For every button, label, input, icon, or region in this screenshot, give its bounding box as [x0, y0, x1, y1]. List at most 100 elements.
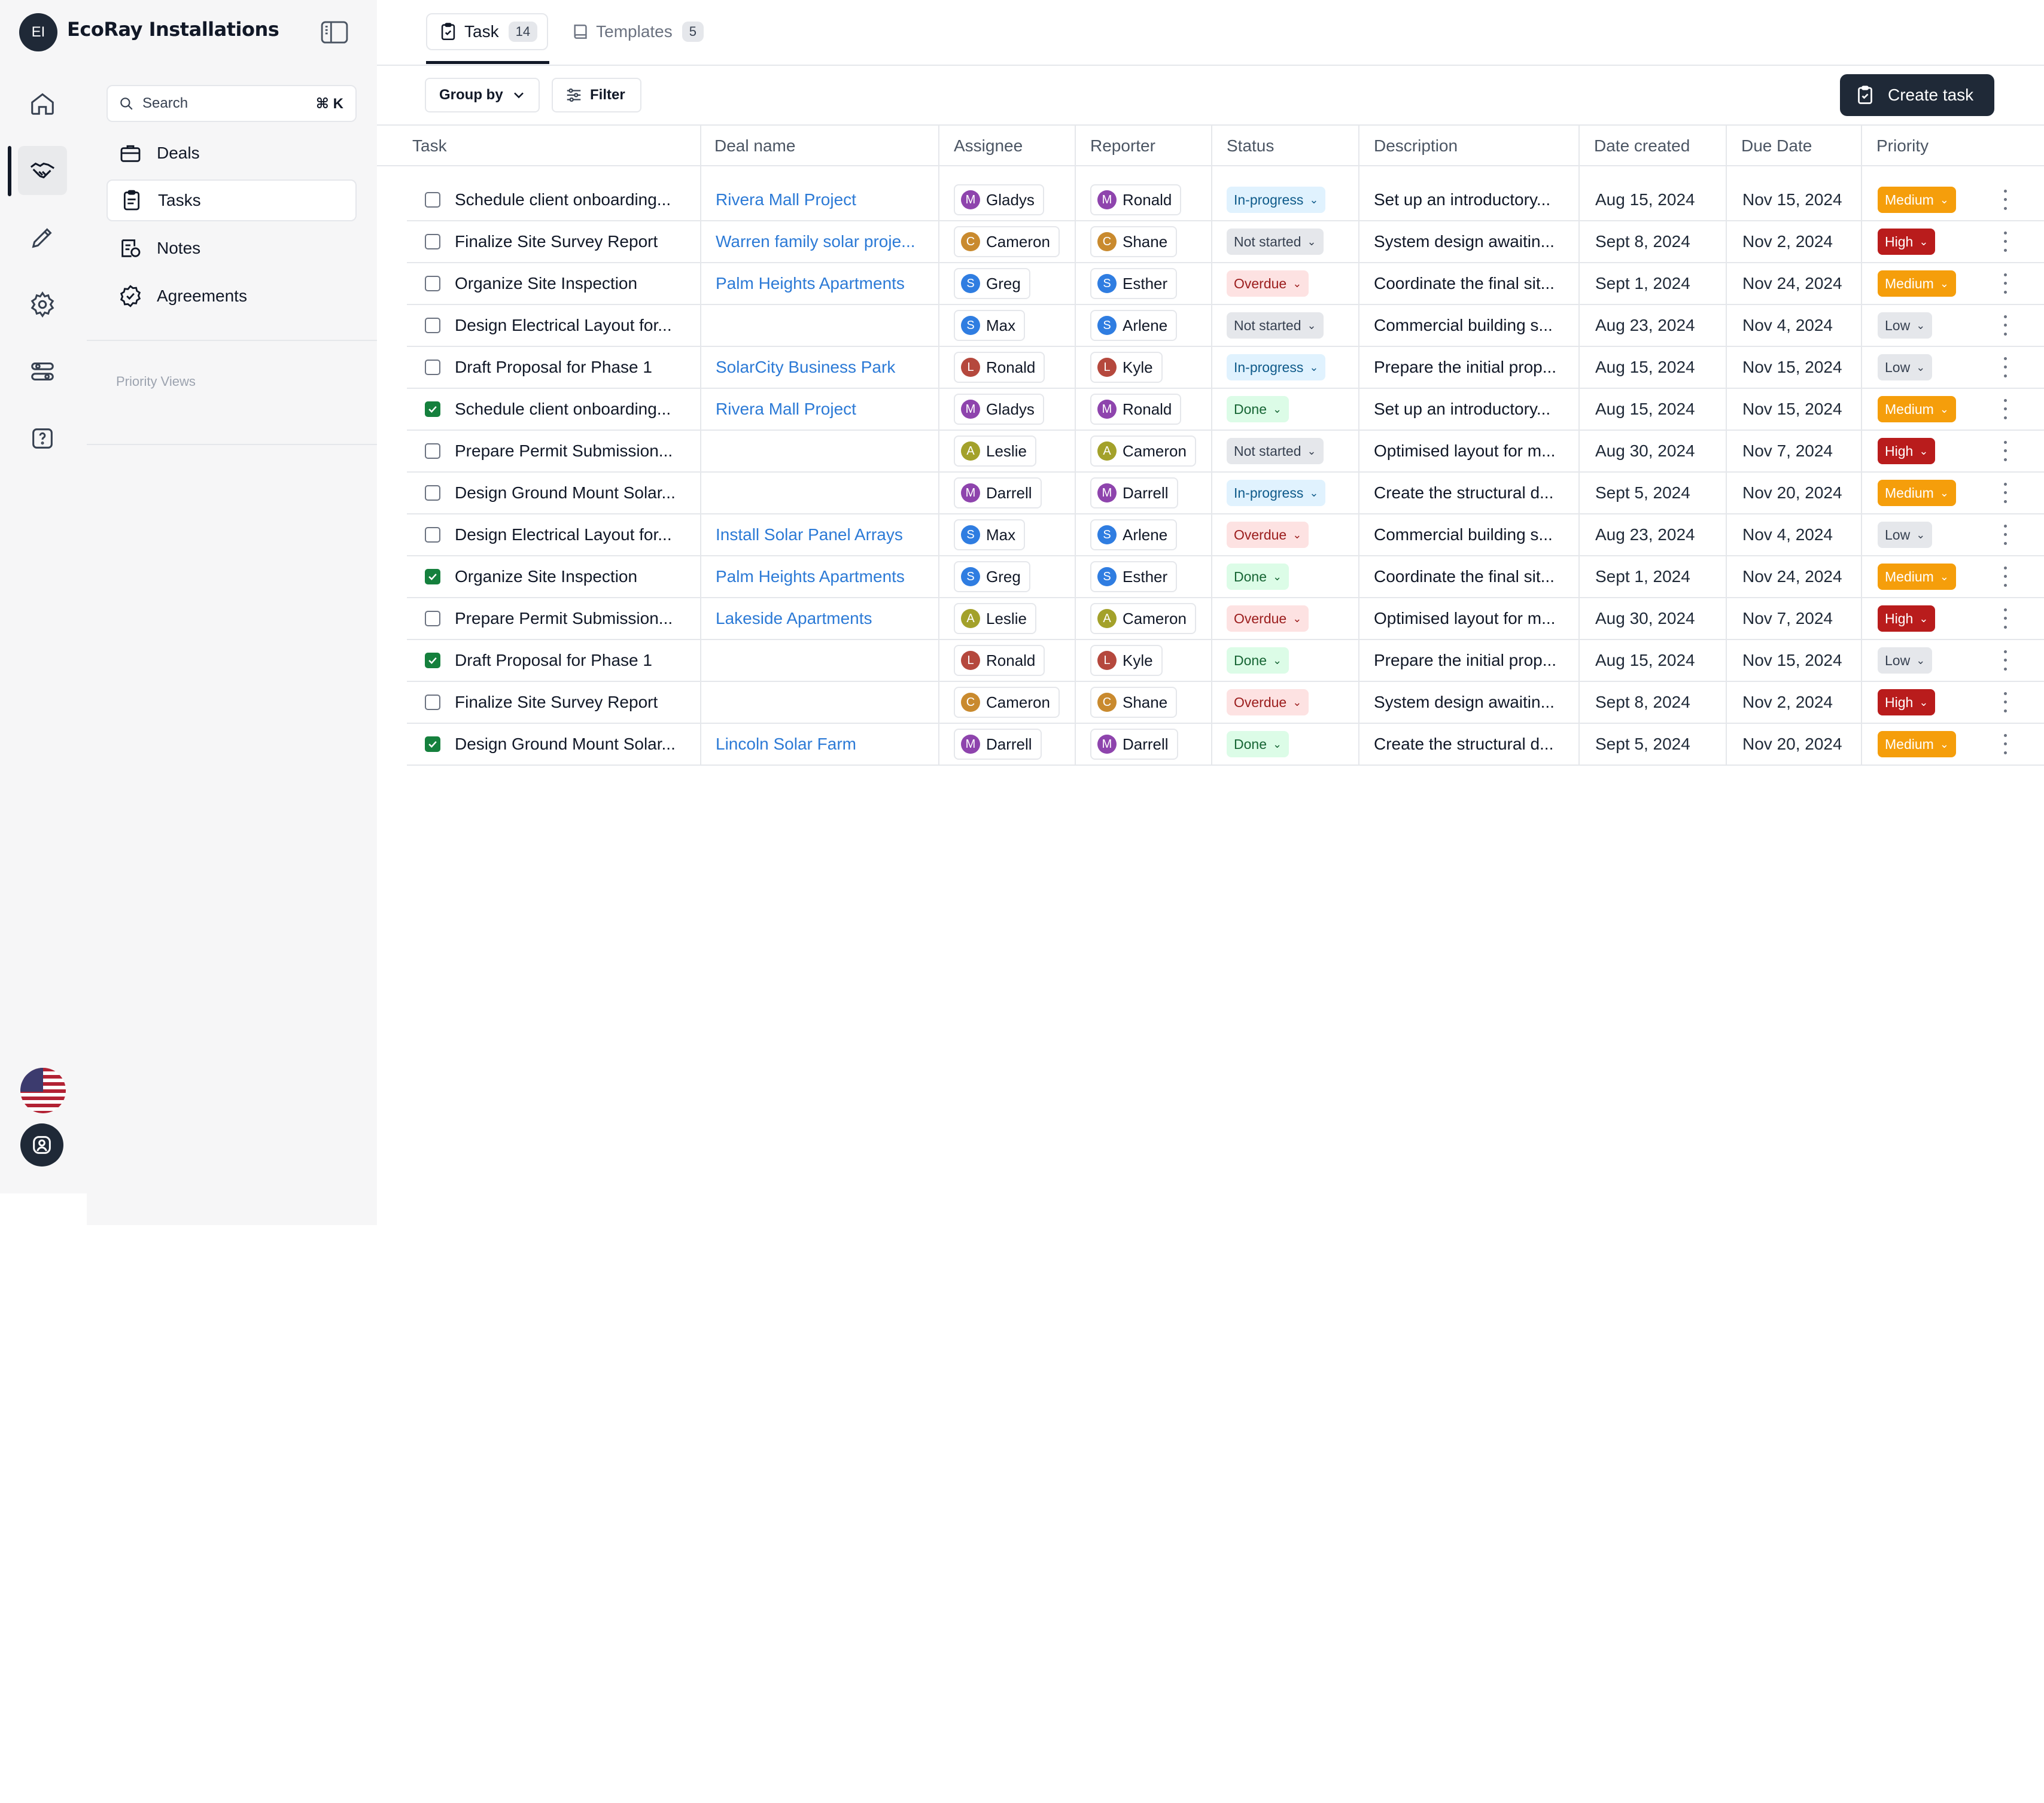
assignee-chip[interactable]: A Leslie	[954, 435, 1036, 467]
row-menu-icon[interactable]	[1996, 689, 2014, 715]
task-name[interactable]: Organize Site Inspection	[455, 274, 637, 293]
reporter-chip[interactable]: A Cameron	[1090, 435, 1196, 467]
column-header-priority[interactable]: Priority	[1876, 136, 1929, 156]
row-menu-icon[interactable]	[1996, 354, 2014, 380]
status-dropdown[interactable]: Done ⌄	[1227, 647, 1289, 674]
column-header-reporter[interactable]: Reporter	[1090, 136, 1155, 156]
row-menu-icon[interactable]	[1996, 270, 2014, 297]
tab-task[interactable]: Task 14	[426, 13, 548, 50]
priority-dropdown[interactable]: Medium ⌄	[1878, 396, 1956, 422]
task-checkbox[interactable]	[425, 401, 440, 417]
assignee-chip[interactable]: C Cameron	[954, 687, 1060, 718]
priority-dropdown[interactable]: Medium ⌄	[1878, 564, 1956, 590]
status-dropdown[interactable]: In-progress ⌄	[1227, 480, 1326, 506]
task-name[interactable]: Organize Site Inspection	[455, 567, 637, 586]
status-dropdown[interactable]: Overdue ⌄	[1227, 270, 1309, 297]
row-menu-icon[interactable]	[1996, 396, 2014, 422]
priority-dropdown[interactable]: Medium ⌄	[1878, 187, 1956, 213]
task-checkbox[interactable]	[425, 443, 440, 459]
status-dropdown[interactable]: Overdue ⌄	[1227, 522, 1309, 548]
group-by-button[interactable]: Group by	[425, 78, 540, 112]
home-icon[interactable]	[18, 79, 67, 128]
task-checkbox[interactable]	[425, 192, 440, 208]
row-menu-icon[interactable]	[1996, 187, 2014, 213]
deal-link[interactable]: Palm Heights Apartments	[716, 567, 905, 586]
column-header-date-created[interactable]: Date created	[1594, 136, 1690, 156]
assignee-chip[interactable]: S Greg	[954, 561, 1030, 592]
task-checkbox[interactable]	[425, 318, 440, 333]
priority-dropdown[interactable]: Medium ⌄	[1878, 270, 1956, 297]
task-checkbox[interactable]	[425, 653, 440, 668]
gear-icon[interactable]	[18, 280, 67, 329]
priority-dropdown[interactable]: Low ⌄	[1878, 522, 1933, 548]
search-box[interactable]: ⌘ K	[107, 85, 357, 122]
assignee-chip[interactable]: L Ronald	[954, 645, 1045, 676]
task-checkbox[interactable]	[425, 234, 440, 249]
status-dropdown[interactable]: Overdue ⌄	[1227, 605, 1309, 632]
task-name[interactable]: Finalize Site Survey Report	[455, 693, 658, 712]
reporter-chip[interactable]: M Darrell	[1090, 729, 1178, 760]
profile-icon[interactable]	[20, 1123, 63, 1167]
create-task-button[interactable]: Create task	[1840, 74, 1994, 116]
deal-link[interactable]: Lincoln Solar Farm	[716, 735, 856, 754]
status-dropdown[interactable]: Done ⌄	[1227, 564, 1289, 590]
assignee-chip[interactable]: M Gladys	[954, 184, 1044, 215]
task-name[interactable]: Draft Proposal for Phase 1	[455, 358, 652, 377]
reporter-chip[interactable]: M Ronald	[1090, 184, 1182, 215]
pencil-icon[interactable]	[18, 213, 67, 262]
task-name[interactable]: Design Electrical Layout for...	[455, 316, 672, 335]
task-checkbox[interactable]	[425, 360, 440, 375]
reporter-chip[interactable]: L Kyle	[1090, 352, 1163, 383]
reporter-chip[interactable]: S Esther	[1090, 268, 1178, 299]
row-menu-icon[interactable]	[1996, 731, 2014, 757]
assignee-chip[interactable]: S Max	[954, 310, 1026, 341]
deal-link[interactable]: Install Solar Panel Arrays	[716, 525, 903, 544]
reporter-chip[interactable]: S Esther	[1090, 561, 1178, 592]
row-menu-icon[interactable]	[1996, 605, 2014, 632]
row-menu-icon[interactable]	[1996, 480, 2014, 506]
status-dropdown[interactable]: Not started ⌄	[1227, 312, 1324, 339]
row-menu-icon[interactable]	[1996, 312, 2014, 339]
toggles-icon[interactable]	[18, 347, 67, 396]
task-checkbox[interactable]	[425, 695, 440, 710]
priority-dropdown[interactable]: High ⌄	[1878, 438, 1936, 464]
priority-dropdown[interactable]: Low ⌄	[1878, 312, 1933, 339]
task-checkbox[interactable]	[425, 611, 440, 626]
nav-item-tasks[interactable]: Tasks	[107, 179, 357, 221]
reporter-chip[interactable]: S Arlene	[1090, 310, 1178, 341]
help-icon[interactable]	[18, 414, 67, 463]
status-dropdown[interactable]: Done ⌄	[1227, 396, 1289, 422]
deal-link[interactable]: Rivera Mall Project	[716, 190, 856, 209]
row-menu-icon[interactable]	[1996, 229, 2014, 255]
task-name[interactable]: Prepare Permit Submission...	[455, 609, 673, 628]
deal-link[interactable]: SolarCity Business Park	[716, 358, 895, 377]
status-dropdown[interactable]: In-progress ⌄	[1227, 354, 1326, 380]
priority-dropdown[interactable]: Low ⌄	[1878, 354, 1933, 380]
assignee-chip[interactable]: A Leslie	[954, 603, 1036, 634]
row-menu-icon[interactable]	[1996, 647, 2014, 674]
task-name[interactable]: Design Electrical Layout for...	[455, 525, 672, 544]
nav-item-notes[interactable]: Notes	[107, 227, 357, 269]
nav-item-deals[interactable]: Deals	[107, 132, 357, 174]
task-name[interactable]: Schedule client onboarding...	[455, 190, 671, 209]
column-header-due-date[interactable]: Due Date	[1741, 136, 1812, 156]
task-name[interactable]: Finalize Site Survey Report	[455, 232, 658, 251]
deal-link[interactable]: Lakeside Apartments	[716, 609, 872, 628]
priority-dropdown[interactable]: High ⌄	[1878, 689, 1936, 715]
priority-dropdown[interactable]: High ⌄	[1878, 229, 1936, 255]
deal-link[interactable]: Palm Heights Apartments	[716, 274, 905, 293]
column-header-status[interactable]: Status	[1227, 136, 1274, 156]
priority-dropdown[interactable]: Medium ⌄	[1878, 480, 1956, 506]
status-dropdown[interactable]: Overdue ⌄	[1227, 689, 1309, 715]
priority-dropdown[interactable]: Low ⌄	[1878, 647, 1933, 674]
reporter-chip[interactable]: M Darrell	[1090, 477, 1178, 508]
task-checkbox[interactable]	[425, 485, 440, 501]
assignee-chip[interactable]: S Greg	[954, 268, 1030, 299]
priority-dropdown[interactable]: High ⌄	[1878, 605, 1936, 632]
workspace-avatar[interactable]: EI	[19, 13, 57, 51]
reporter-chip[interactable]: C Shane	[1090, 687, 1178, 718]
nav-item-agreements[interactable]: Agreements	[107, 275, 357, 317]
priority-dropdown[interactable]: Medium ⌄	[1878, 731, 1956, 757]
task-checkbox[interactable]	[425, 569, 440, 584]
reporter-chip[interactable]: L Kyle	[1090, 645, 1163, 676]
